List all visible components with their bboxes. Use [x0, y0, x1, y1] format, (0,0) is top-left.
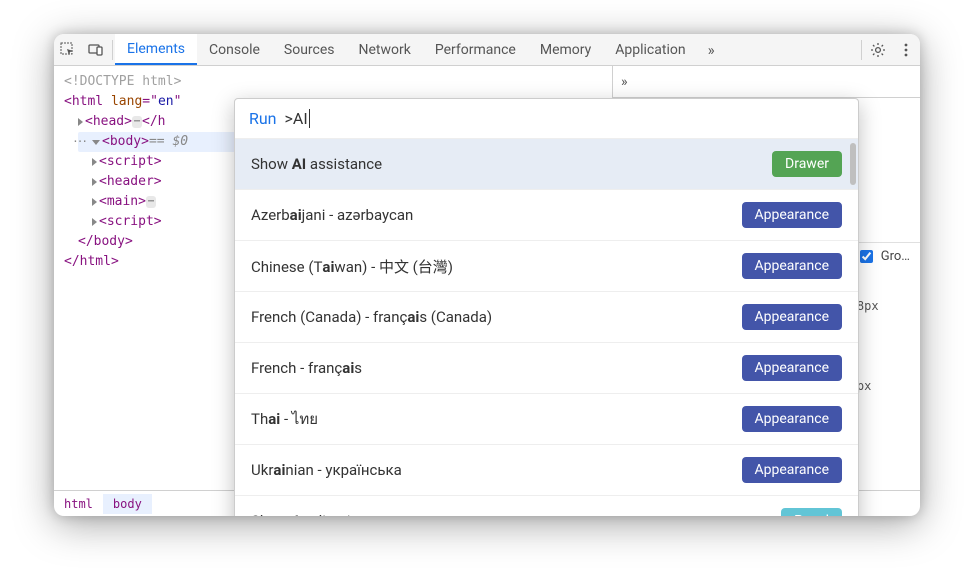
- command-item[interactable]: Thai - ไทยAppearance: [235, 394, 858, 445]
- command-label: French (Canada) - français (Canada): [251, 308, 742, 326]
- expand-icon[interactable]: [78, 118, 83, 126]
- command-item[interactable]: Show AI assistanceDrawer: [235, 139, 858, 190]
- body-close: </body>: [78, 232, 133, 252]
- tab-memory[interactable]: Memory: [528, 34, 603, 65]
- script-tag[interactable]: <script>: [99, 152, 162, 172]
- devtools-window: ElementsConsoleSourcesNetworkPerformance…: [54, 34, 920, 516]
- selected-indicator: == $0: [149, 132, 188, 152]
- tab-console[interactable]: Console: [197, 34, 272, 65]
- command-category-badge: Appearance: [742, 355, 842, 381]
- scrollbar-thumb[interactable]: [850, 143, 856, 185]
- breadcrumb-item[interactable]: html: [54, 494, 103, 514]
- command-item[interactable]: Show ApplicationPanel: [235, 496, 858, 516]
- command-category-badge: Appearance: [742, 406, 842, 432]
- panel-tabs: ElementsConsoleSourcesNetworkPerformance…: [115, 34, 698, 65]
- head-tag[interactable]: <head>: [85, 112, 132, 132]
- expand-icon[interactable]: [92, 198, 97, 206]
- command-search[interactable]: Run >AI: [235, 99, 858, 139]
- run-label: Run: [249, 109, 277, 128]
- device-toolbar-icon[interactable]: [82, 34, 110, 66]
- command-category-badge: Appearance: [742, 457, 842, 483]
- doctype: <!DOCTYPE html>: [64, 72, 181, 92]
- command-label: Show AI assistance: [251, 155, 772, 173]
- main-tag[interactable]: <main>: [99, 192, 146, 212]
- devtools-tabbar: ElementsConsoleSourcesNetworkPerformance…: [54, 34, 920, 66]
- command-label: French - français: [251, 359, 742, 377]
- html-open[interactable]: <html lang="en": [64, 92, 181, 112]
- expand-icon[interactable]: [92, 158, 97, 166]
- command-category-badge: Panel: [781, 508, 842, 516]
- command-menu: Run >AI Show AI assistanceDrawerAzerbaij…: [234, 98, 859, 516]
- html-close: </html>: [64, 252, 119, 272]
- ellipsis-icon[interactable]: ⋯: [132, 116, 142, 128]
- more-icon[interactable]: [892, 34, 920, 66]
- command-item[interactable]: Chinese (Taiwan) - 中文 (台灣)Appearance: [235, 241, 858, 292]
- tabs-overflow-icon[interactable]: »: [621, 74, 628, 90]
- expand-icon[interactable]: [92, 218, 97, 226]
- header-tag[interactable]: <header>: [99, 172, 162, 192]
- collapse-icon[interactable]: [92, 140, 100, 145]
- command-label: Thai - ไทย: [251, 407, 742, 431]
- tab-application[interactable]: Application: [603, 34, 697, 65]
- command-query: AI: [293, 109, 310, 128]
- command-item[interactable]: French (Canada) - français (Canada)Appea…: [235, 292, 858, 343]
- command-label: Show Application: [251, 512, 781, 516]
- command-category-badge: Appearance: [742, 304, 842, 330]
- ellipsis-icon[interactable]: ⋯: [146, 196, 156, 208]
- command-category-badge: Appearance: [742, 253, 842, 279]
- tab-performance[interactable]: Performance: [423, 34, 528, 65]
- command-label: Ukrainian - українська: [251, 461, 742, 479]
- body-tag[interactable]: <body>: [102, 132, 149, 152]
- command-label: Azerbaijani - azərbaycan: [251, 206, 742, 224]
- tab-elements[interactable]: Elements: [115, 34, 197, 65]
- command-label: Chinese (Taiwan) - 中文 (台灣): [251, 256, 742, 277]
- gutter-icon: ···: [54, 132, 88, 152]
- settings-icon[interactable]: [864, 34, 892, 66]
- tabs-overflow-icon[interactable]: »: [698, 41, 725, 59]
- separator: [112, 40, 113, 60]
- group-label: Gro…: [881, 249, 910, 264]
- command-item[interactable]: Azerbaijani - azərbaycanAppearance: [235, 190, 858, 241]
- breadcrumb-item[interactable]: body: [103, 494, 152, 514]
- group-checkbox[interactable]: [860, 250, 873, 263]
- command-list[interactable]: Show AI assistanceDrawerAzerbaijani - az…: [235, 139, 858, 516]
- expand-icon[interactable]: [92, 178, 97, 186]
- separator: [861, 40, 862, 60]
- command-item[interactable]: Ukrainian - українськаAppearance: [235, 445, 858, 496]
- prompt-icon: >: [285, 109, 293, 128]
- inspect-element-icon[interactable]: [54, 34, 82, 66]
- sidebar-tabs: »: [613, 66, 920, 98]
- command-item[interactable]: French - françaisAppearance: [235, 343, 858, 394]
- command-category-badge: Drawer: [772, 151, 842, 177]
- command-category-badge: Appearance: [742, 202, 842, 228]
- tab-sources[interactable]: Sources: [272, 34, 347, 65]
- script-tag[interactable]: <script>: [99, 212, 162, 232]
- tab-network[interactable]: Network: [347, 34, 423, 65]
